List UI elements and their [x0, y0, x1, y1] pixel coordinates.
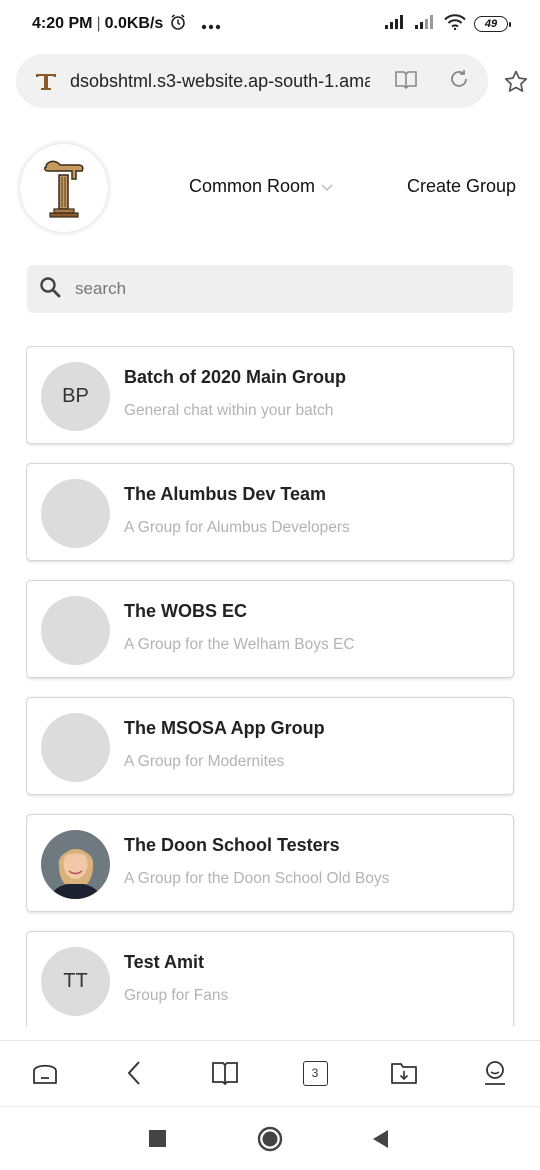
group-title: The Alumbus Dev Team [124, 484, 327, 504]
group-title: The WOBS EC [124, 601, 248, 621]
group-title: Test Amit [124, 952, 205, 972]
group-card[interactable]: The Alumbus Dev Team A Group for Alumbus… [26, 463, 514, 561]
group-list: BP Batch of 2020 Main Group General chat… [26, 346, 515, 1026]
wifi-icon [444, 13, 466, 35]
alarm-icon [169, 13, 187, 36]
search-bar[interactable] [27, 265, 513, 313]
site-icon [34, 69, 58, 93]
avatar: TT [41, 947, 110, 1016]
group-description: A Group for the Doon School Old Boys [124, 870, 390, 887]
group-card[interactable]: The MSOSA App Group A Group for Modernit… [26, 697, 514, 795]
home-icon[interactable] [30, 1058, 60, 1088]
tabs-icon[interactable]: 3 [300, 1058, 330, 1088]
address-bar[interactable]: dsobshtml.s3-website.ap-south-1.amazonaw… [16, 54, 488, 108]
group-title: The MSOSA App Group [124, 718, 325, 738]
search-icon [39, 276, 61, 303]
nav-create-group[interactable]: Create Group [407, 176, 516, 197]
avatar-initials: TT [63, 970, 88, 992]
app-logo[interactable] [20, 144, 108, 232]
reader-mode-icon[interactable] [394, 69, 418, 94]
bookmark-star-icon[interactable] [503, 69, 529, 100]
battery-icon: 49 [474, 16, 511, 32]
battery-level: 49 [484, 18, 498, 30]
signal-icon [414, 14, 436, 35]
nav-common-room-label: Common Room [189, 176, 316, 196]
status-right-icons: 49 [384, 13, 511, 35]
browser-toolbar: 3 [0, 1040, 540, 1106]
chevron-down-icon [321, 176, 333, 197]
tab-count: 3 [311, 1066, 319, 1080]
status-bar: 4:20 PM | 0.0KB/s 49 [0, 0, 540, 48]
group-card[interactable]: TT Test Amit Group for Fans [26, 931, 514, 1026]
search-input[interactable] [75, 279, 475, 299]
status-time: 4:20 PM [32, 15, 93, 32]
group-description: A Group for Alumbus Developers [124, 519, 350, 536]
status-net-speed: 0.0KB/s [104, 15, 164, 32]
group-description: General chat within your batch [124, 402, 334, 419]
group-title: Batch of 2020 Main Group [124, 367, 347, 387]
nav-common-room[interactable]: Common Room [189, 176, 333, 197]
profile-icon[interactable] [480, 1058, 510, 1088]
group-title: The Doon School Testers [124, 835, 340, 855]
group-description: A Group for the Welham Boys EC [124, 636, 355, 653]
downloads-icon[interactable] [389, 1058, 419, 1088]
back-icon[interactable] [119, 1058, 149, 1088]
reload-icon[interactable] [448, 68, 470, 95]
bookmarks-icon[interactable] [210, 1058, 240, 1088]
column-logo-icon [43, 160, 84, 218]
back-button-icon[interactable] [371, 1129, 389, 1154]
home-button-icon[interactable] [257, 1126, 283, 1157]
group-card[interactable]: The WOBS EC A Group for the Welham Boys … [26, 580, 514, 678]
group-card[interactable]: BP Batch of 2020 Main Group General chat… [26, 346, 514, 444]
avatar [41, 479, 110, 548]
signal-icon [384, 14, 406, 35]
group-description: A Group for Modernites [124, 753, 285, 770]
url-text[interactable]: dsobshtml.s3-website.ap-south-1.amazonaw… [70, 71, 370, 92]
system-nav-bar [0, 1106, 540, 1170]
status-separator: | [96, 15, 101, 32]
group-description: Group for Fans [124, 987, 229, 1004]
avatar: BP [41, 362, 110, 431]
avatar-initials: BP [62, 385, 89, 407]
avatar-photo [41, 830, 110, 899]
app-header: Common Room Create Group [0, 142, 540, 234]
group-card[interactable]: The Doon School Testers A Group for the … [26, 814, 514, 912]
avatar [41, 596, 110, 665]
avatar [41, 713, 110, 782]
recents-icon[interactable] [149, 1130, 166, 1152]
more-dots-icon [201, 14, 221, 35]
